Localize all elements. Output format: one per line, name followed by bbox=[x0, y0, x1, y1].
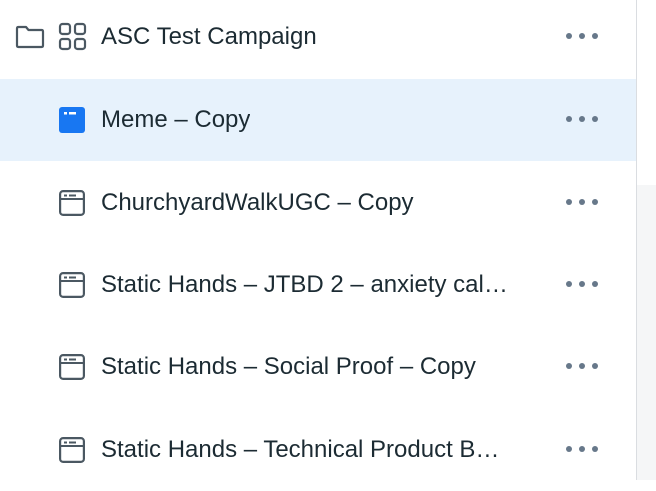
ad-name: Meme – Copy bbox=[101, 106, 251, 133]
ad-name: Static Hands – JTBD 2 – anxiety cal… bbox=[101, 271, 508, 298]
campaign-grid-icon bbox=[58, 22, 87, 51]
folder-icon[interactable] bbox=[15, 25, 45, 49]
ad-row[interactable]: Static Hands – JTBD 2 – anxiety cal… bbox=[0, 244, 636, 326]
ad-icon bbox=[59, 272, 85, 298]
ad-name: Static Hands – Social Proof – Copy bbox=[101, 353, 476, 380]
ad-row[interactable]: Static Hands – Social Proof – Copy bbox=[0, 326, 636, 408]
right-pane-edge bbox=[637, 0, 656, 480]
ad-row[interactable]: Meme – Copy bbox=[0, 79, 636, 161]
ad-row[interactable]: ChurchyardWalkUGC – Copy bbox=[0, 162, 636, 244]
campaign-row[interactable]: ASC Test Campaign bbox=[0, 0, 636, 76]
campaign-tree-panel: ASC Test Campaign Meme – Copy Churchyard… bbox=[0, 0, 637, 480]
more-options-icon[interactable] bbox=[566, 109, 598, 129]
campaign-name: ASC Test Campaign bbox=[101, 23, 317, 50]
more-options-icon[interactable] bbox=[566, 356, 598, 376]
ad-icon bbox=[59, 354, 85, 380]
ad-icon bbox=[59, 190, 85, 216]
ad-name: ChurchyardWalkUGC – Copy bbox=[101, 189, 414, 216]
ad-name: Static Hands – Technical Product B… bbox=[101, 436, 500, 463]
more-options-icon[interactable] bbox=[566, 192, 598, 212]
ad-icon bbox=[59, 437, 85, 463]
more-options-icon[interactable] bbox=[566, 439, 598, 459]
more-options-icon[interactable] bbox=[566, 274, 598, 294]
ad-icon bbox=[59, 107, 85, 133]
more-options-icon[interactable] bbox=[566, 26, 598, 46]
right-pane-shade bbox=[637, 185, 656, 480]
ad-row[interactable]: Static Hands – Technical Product B… bbox=[0, 409, 636, 491]
